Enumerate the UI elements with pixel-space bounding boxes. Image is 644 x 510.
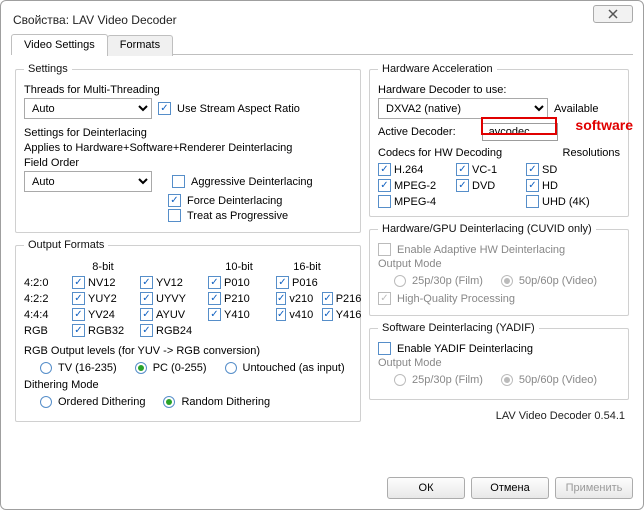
- sw-deint-legend: Software Deinterlacing (YADIF): [378, 322, 539, 334]
- aggressive-label: Aggressive Deinterlacing: [191, 176, 313, 188]
- cb-p016[interactable]: [276, 276, 289, 289]
- cb-nv12[interactable]: [72, 276, 85, 289]
- hw-decoder-label: Hardware Decoder to use:: [378, 84, 620, 96]
- deint-heading: Settings for Deinterlacing: [24, 127, 352, 139]
- cb-sw-deint-enable[interactable]: [378, 342, 391, 355]
- window-title: Свойства: LAV Video Decoder: [13, 13, 177, 27]
- cb-vc1[interactable]: [456, 163, 469, 176]
- hw-accel-group: Hardware Acceleration Hardware Decoder t…: [369, 63, 629, 217]
- cb-v410[interactable]: [276, 308, 286, 321]
- settings-group: Settings Threads for Multi-Threading Aut…: [15, 63, 361, 233]
- properties-window: Свойства: LAV Video Decoder Video Settin…: [0, 0, 644, 510]
- tab-content: Settings Threads for Multi-Threading Aut…: [11, 55, 633, 469]
- force-deint-checkbox[interactable]: [168, 194, 181, 207]
- threads-select[interactable]: Auto: [24, 98, 152, 119]
- cb-y410[interactable]: [208, 308, 221, 321]
- cb-rgb24[interactable]: [140, 324, 153, 337]
- cb-y416[interactable]: [322, 308, 332, 321]
- cb-v210[interactable]: [276, 292, 286, 305]
- cb-yv12[interactable]: [140, 276, 153, 289]
- use-sar-checkbox[interactable]: [158, 102, 171, 115]
- use-sar-label: Use Stream Aspect Ratio: [177, 103, 300, 115]
- row-444: 4:4:4: [24, 309, 66, 321]
- apply-button: Применить: [555, 477, 633, 499]
- cb-rgb32[interactable]: [72, 324, 85, 337]
- sw-deint-mode-label: Output Mode: [378, 357, 620, 369]
- force-deint-label: Force Deinterlacing: [187, 195, 282, 207]
- tab-formats[interactable]: Formats: [107, 35, 173, 56]
- titlebar: Свойства: LAV Video Decoder: [11, 7, 633, 35]
- resolutions-label: Resolutions: [563, 147, 620, 159]
- cb-sd[interactable]: [526, 163, 539, 176]
- progressive-label: Treat as Progressive: [187, 210, 288, 222]
- rad-dither-ordered[interactable]: [40, 396, 52, 408]
- dither-label: Dithering Mode: [24, 379, 352, 391]
- cb-mpeg2[interactable]: [378, 179, 391, 192]
- dialog-footer: ОК Отмена Применить: [11, 469, 633, 499]
- cb-hw-deint-enable: [378, 243, 391, 256]
- deint-applies: Applies to Hardware+Software+Renderer De…: [24, 142, 352, 154]
- hdr-16bit: 16-bit: [276, 261, 338, 273]
- cb-p216[interactable]: [322, 292, 332, 305]
- cb-hd[interactable]: [526, 179, 539, 192]
- hw-accel-legend: Hardware Acceleration: [378, 63, 497, 75]
- sw-deint-group: Software Deinterlacing (YADIF) Enable YA…: [369, 322, 629, 400]
- hw-available: Available: [554, 103, 598, 115]
- cancel-button[interactable]: Отмена: [471, 477, 549, 499]
- cb-dvd[interactable]: [456, 179, 469, 192]
- output-formats-group: Output Formats 8-bit 10-bit 16-bit 4:2:0…: [15, 239, 361, 422]
- hdr-10bit: 10-bit: [208, 261, 270, 273]
- cb-h264[interactable]: [378, 163, 391, 176]
- version-label: LAV Video Decoder 0.54.1: [369, 406, 629, 422]
- active-decoder-value: avcodec: [482, 123, 558, 141]
- tabstrip: Video Settings Formats: [11, 33, 633, 55]
- active-decoder-label: Active Decoder:: [378, 126, 456, 138]
- settings-legend: Settings: [24, 63, 72, 75]
- aggressive-checkbox[interactable]: [172, 175, 185, 188]
- progressive-checkbox[interactable]: [168, 209, 181, 222]
- cb-p010[interactable]: [208, 276, 221, 289]
- ok-button[interactable]: ОК: [387, 477, 465, 499]
- hw-deint-mode-label: Output Mode: [378, 258, 620, 270]
- codecs-label: Codecs for HW Decoding: [378, 147, 502, 159]
- cb-mpeg4[interactable]: [378, 195, 391, 208]
- hdr-8bit: 8-bit: [72, 261, 134, 273]
- cb-yuy2[interactable]: [72, 292, 85, 305]
- field-order-select[interactable]: Auto: [24, 171, 152, 192]
- hw-deint-group: Hardware/GPU Deinterlacing (CUVID only) …: [369, 223, 629, 316]
- rad-rgb-untouched[interactable]: [225, 362, 237, 374]
- field-order-label: Field Order: [24, 157, 352, 169]
- rad-hw-video: [501, 275, 513, 287]
- cb-ayuv[interactable]: [140, 308, 153, 321]
- rad-rgb-pc[interactable]: [135, 362, 147, 374]
- rad-sw-video: [501, 374, 513, 386]
- annotation-text: software: [575, 117, 633, 133]
- threads-label: Threads for Multi-Threading: [24, 84, 352, 96]
- hw-decoder-select[interactable]: DXVA2 (native): [378, 98, 548, 119]
- tab-video-settings[interactable]: Video Settings: [11, 34, 108, 55]
- cb-yv24[interactable]: [72, 308, 85, 321]
- cb-hw-hq: [378, 292, 391, 305]
- row-420: 4:2:0: [24, 277, 66, 289]
- cb-uhd[interactable]: [526, 195, 539, 208]
- hw-deint-legend: Hardware/GPU Deinterlacing (CUVID only): [378, 223, 596, 235]
- cb-p210[interactable]: [208, 292, 221, 305]
- rad-dither-random[interactable]: [163, 396, 175, 408]
- rad-sw-film: [394, 374, 406, 386]
- row-rgb: RGB: [24, 325, 66, 337]
- close-icon: [607, 9, 619, 19]
- rgb-levels-label: RGB Output levels (for YUV -> RGB conver…: [24, 345, 352, 357]
- output-formats-legend: Output Formats: [24, 239, 108, 251]
- cb-uyvy[interactable]: [140, 292, 153, 305]
- rad-rgb-tv[interactable]: [40, 362, 52, 374]
- close-button[interactable]: [593, 5, 633, 23]
- row-422: 4:2:2: [24, 293, 66, 305]
- rad-hw-film: [394, 275, 406, 287]
